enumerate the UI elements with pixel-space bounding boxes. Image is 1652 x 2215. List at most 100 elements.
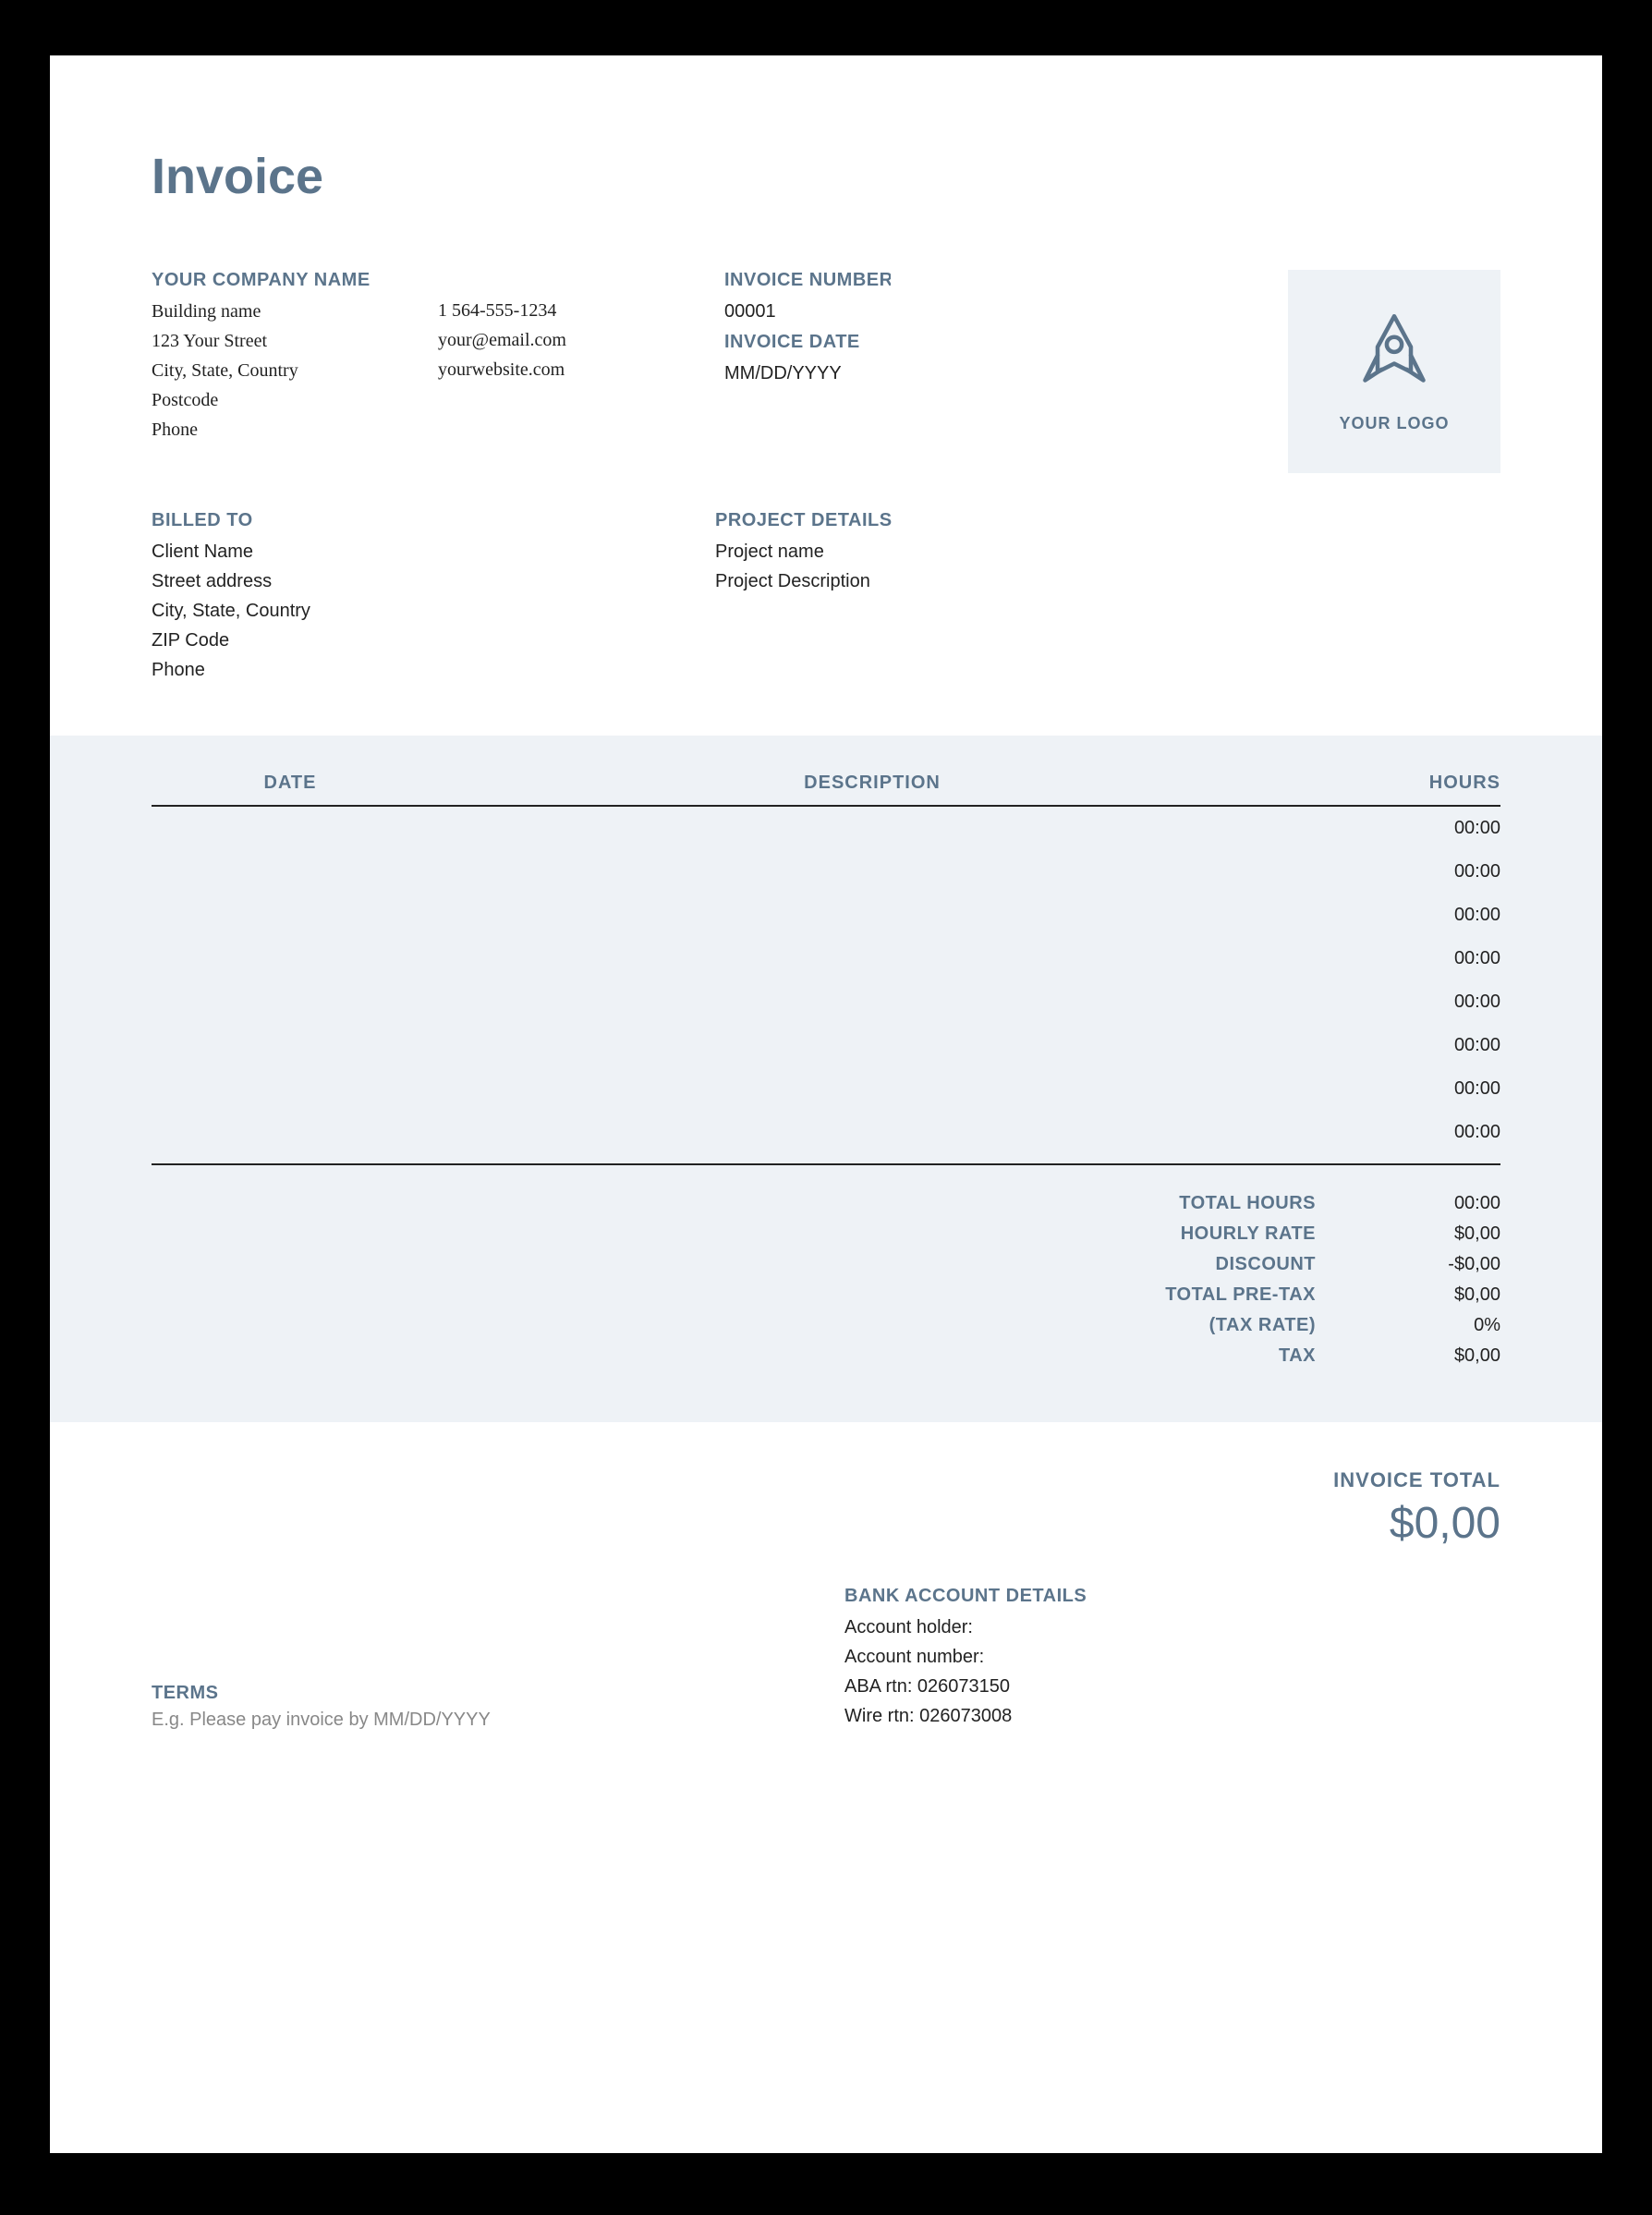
totals-block: TOTAL HOURS 00:00 HOURLY RATE $0,00 DISC…	[152, 1193, 1500, 1367]
client-street: Street address	[152, 566, 715, 596]
taxrate-label: (TAX RATE)	[1131, 1315, 1316, 1336]
pretax-label: TOTAL PRE-TAX	[1131, 1284, 1316, 1306]
total-hours-value: 00:00	[1316, 1193, 1500, 1214]
terms-block: TERMS E.g. Please pay invoice by MM/DD/Y…	[152, 1683, 808, 1731]
table-row: 00:00	[152, 1024, 1500, 1067]
company-heading: YOUR COMPANY NAME	[152, 270, 429, 291]
table-row: 00:00	[152, 980, 1500, 1024]
cell-hours: 00:00	[1316, 948, 1500, 969]
billed-to-block: BILLED TO Client Name Street address Cit…	[152, 510, 715, 685]
cell-hours: 00:00	[1316, 861, 1500, 882]
company-website: yourwebsite.com	[438, 355, 715, 384]
line-items-section: DATE DESCRIPTION HOURS 00:00 00:00 00:00	[50, 736, 1602, 1422]
logo-text: YOUR LOGO	[1339, 414, 1449, 433]
company-building: Building name	[152, 297, 429, 326]
client-phone: Phone	[152, 655, 715, 685]
bank-heading: BANK ACCOUNT DETAILS	[844, 1586, 1500, 1607]
client-name: Client Name	[152, 537, 715, 566]
logo-block: YOUR LOGO	[1242, 270, 1500, 473]
invoice-page: Invoice YOUR COMPANY NAME Building name …	[50, 55, 1602, 2153]
taxrate-value: 0%	[1316, 1315, 1500, 1336]
cell-description	[429, 1078, 1316, 1100]
cell-date	[152, 861, 429, 882]
company-email: your@email.com	[438, 325, 715, 355]
bank-block: BANK ACCOUNT DETAILS Account holder: Acc…	[844, 1586, 1500, 1731]
cell-hours: 00:00	[1316, 818, 1500, 839]
table-row: 00:00	[152, 850, 1500, 894]
company-block: YOUR COMPANY NAME Building name 123 Your…	[152, 270, 429, 473]
invoice-number-label: INVOICE NUMBER	[724, 270, 891, 291]
tax-value: $0,00	[1316, 1345, 1500, 1367]
cell-date	[152, 1078, 429, 1100]
table-row: 00:00	[152, 937, 1500, 980]
invoice-date-label: INVOICE DATE	[724, 332, 1233, 353]
client-city: City, State, Country	[152, 596, 715, 626]
cell-description	[429, 905, 1316, 926]
project-block: PROJECT DETAILS Project name Project Des…	[715, 510, 1242, 685]
cell-description	[429, 1122, 1316, 1143]
company-phone-label: Phone	[152, 415, 429, 444]
cell-hours: 00:00	[1316, 1078, 1500, 1100]
terms-heading: TERMS	[152, 1683, 808, 1704]
total-hours-label: TOTAL HOURS	[1131, 1193, 1316, 1214]
col-header-hours: HOURS	[1316, 773, 1500, 794]
company-city: City, State, Country	[152, 356, 429, 385]
table-header-row: DATE DESCRIPTION HOURS	[152, 773, 1500, 807]
billed-to-heading: BILLED TO	[152, 510, 715, 531]
header-section: YOUR COMPANY NAME Building name 123 Your…	[152, 270, 1500, 473]
bank-number: Account number:	[844, 1642, 1500, 1672]
col-header-date: DATE	[152, 773, 429, 794]
company-contact-block: 1 564-555-1234 your@email.com yourwebsit…	[438, 270, 715, 473]
cell-hours: 00:00	[1316, 1122, 1500, 1143]
cell-hours: 00:00	[1316, 992, 1500, 1013]
company-phone: 1 564-555-1234	[438, 296, 715, 325]
invoice-total-value: $0,00	[844, 1498, 1500, 1549]
second-row: BILLED TO Client Name Street address Cit…	[152, 510, 1500, 685]
cell-date	[152, 818, 429, 839]
bank-aba: ABA rtn: 026073150	[844, 1672, 1500, 1701]
cell-hours: 00:00	[1316, 905, 1500, 926]
cell-description	[429, 818, 1316, 839]
cell-date	[152, 1122, 429, 1143]
table-body: 00:00 00:00 00:00 00:00 00:00	[152, 807, 1500, 1154]
col-header-description: DESCRIPTION	[429, 773, 1316, 794]
hourly-rate-value: $0,00	[1316, 1223, 1500, 1245]
invoice-total-label: INVOICE TOTAL	[844, 1468, 1500, 1492]
table-row: 00:00	[152, 894, 1500, 937]
project-description: Project Description	[715, 566, 1242, 596]
invoice-number: 00001	[724, 297, 1233, 326]
project-name: Project name	[715, 537, 1242, 566]
invoice-meta-block: INVOICE NUMBER 00001 INVOICE DATE MM/DD/…	[724, 270, 1233, 473]
company-postcode: Postcode	[152, 385, 429, 415]
invoice-date: MM/DD/YYYY	[724, 359, 1233, 388]
page-title: Invoice	[152, 148, 1602, 205]
bank-wire: Wire rtn: 026073008	[844, 1701, 1500, 1731]
cell-description	[429, 1035, 1316, 1056]
client-zip: ZIP Code	[152, 626, 715, 655]
cell-date	[152, 1035, 429, 1056]
discount-label: DISCOUNT	[1131, 1254, 1316, 1275]
totals-divider	[152, 1163, 1500, 1165]
cell-date	[152, 948, 429, 969]
project-heading: PROJECT DETAILS	[715, 510, 1242, 531]
rocket-icon	[1353, 310, 1436, 397]
invoice-total-block: INVOICE TOTAL $0,00	[844, 1468, 1500, 1549]
cell-date	[152, 992, 429, 1013]
footer-section: INVOICE TOTAL $0,00 TERMS E.g. Please pa…	[50, 1422, 1602, 1832]
discount-value: -$0,00	[1316, 1254, 1500, 1275]
tax-label: TAX	[1131, 1345, 1316, 1367]
table-row: 00:00	[152, 1067, 1500, 1111]
company-street: 123 Your Street	[152, 326, 429, 356]
table-row: 00:00	[152, 1111, 1500, 1154]
bank-holder: Account holder:	[844, 1613, 1500, 1642]
hourly-rate-label: HOURLY RATE	[1131, 1223, 1316, 1245]
cell-description	[429, 992, 1316, 1013]
pretax-value: $0,00	[1316, 1284, 1500, 1306]
cell-description	[429, 948, 1316, 969]
logo-placeholder: YOUR LOGO	[1288, 270, 1500, 473]
cell-description	[429, 861, 1316, 882]
cell-hours: 00:00	[1316, 1035, 1500, 1056]
table-row: 00:00	[152, 807, 1500, 850]
terms-text: E.g. Please pay invoice by MM/DD/YYYY	[152, 1710, 808, 1731]
cell-date	[152, 905, 429, 926]
